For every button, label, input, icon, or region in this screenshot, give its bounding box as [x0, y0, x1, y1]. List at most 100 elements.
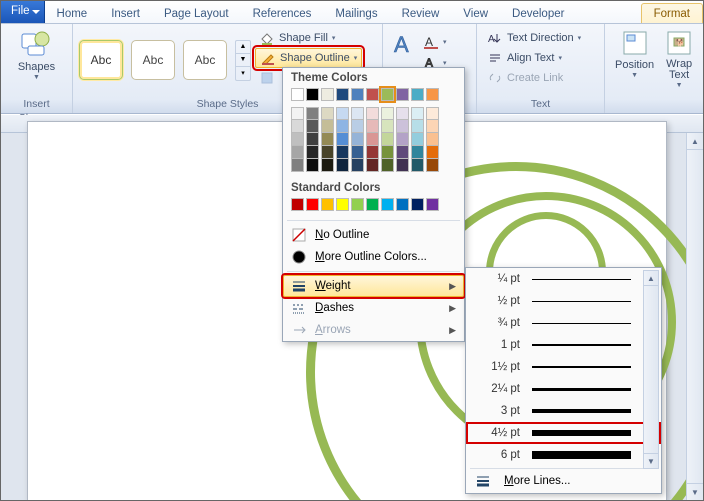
shade-swatch[interactable]	[396, 159, 409, 172]
shade-swatch[interactable]	[351, 107, 364, 120]
theme-color-swatch[interactable]	[396, 88, 409, 101]
shape-style-3[interactable]: Abc	[183, 40, 227, 80]
shade-swatch[interactable]	[306, 159, 319, 172]
theme-color-swatch[interactable]	[336, 88, 349, 101]
standard-color-swatch[interactable]	[291, 198, 304, 211]
theme-color-swatch[interactable]	[321, 88, 334, 101]
shade-swatch[interactable]	[411, 107, 424, 120]
shade-swatch[interactable]	[381, 107, 394, 120]
shapes-gallery-button[interactable]: Shapes ▼	[7, 26, 66, 81]
shade-swatch[interactable]	[381, 133, 394, 146]
standard-color-swatch[interactable]	[381, 198, 394, 211]
vertical-scrollbar[interactable]: ▲ ▼	[686, 133, 703, 500]
shade-swatch[interactable]	[411, 120, 424, 133]
shape-fill-button[interactable]: Shape Fill ▾	[255, 28, 362, 48]
shade-swatch[interactable]	[306, 146, 319, 159]
shade-swatch[interactable]	[411, 146, 424, 159]
dashes-item[interactable]: Dashes ▶	[283, 297, 464, 319]
shape-style-1[interactable]: Abc	[79, 40, 123, 80]
shade-swatch[interactable]	[336, 107, 349, 120]
tab-view[interactable]: View	[451, 4, 500, 23]
shade-swatch[interactable]	[426, 107, 439, 120]
shade-swatch[interactable]	[426, 146, 439, 159]
text-fill-button[interactable]: A▾	[419, 32, 451, 52]
shade-swatch[interactable]	[426, 120, 439, 133]
theme-color-swatch[interactable]	[366, 88, 379, 101]
tab-format[interactable]: Format	[641, 3, 703, 23]
weight-item[interactable]: Weight ▶	[283, 275, 464, 297]
shade-swatch[interactable]	[291, 133, 304, 146]
shade-swatch[interactable]	[396, 107, 409, 120]
tab-review[interactable]: Review	[390, 4, 452, 23]
shade-swatch[interactable]	[351, 146, 364, 159]
more-lines-item[interactable]: More Lines...	[466, 469, 661, 493]
shade-swatch[interactable]	[291, 120, 304, 133]
wrap-text-button[interactable]: 🐕 Wrap Text▼	[660, 26, 698, 89]
gallery-more[interactable]: ▾	[236, 67, 250, 80]
shade-swatch[interactable]	[411, 133, 424, 146]
shade-swatch[interactable]	[426, 133, 439, 146]
scroll-down[interactable]: ▼	[687, 483, 703, 500]
weight-option[interactable]: ¼ pt	[466, 268, 661, 290]
more-outline-colors-item[interactable]: More Outline Colors...	[283, 246, 464, 268]
arrows-item[interactable]: Arrows ▶	[283, 319, 464, 341]
shade-swatch[interactable]	[396, 146, 409, 159]
scroll-down[interactable]: ▼	[644, 453, 658, 468]
shade-swatch[interactable]	[321, 120, 334, 133]
shade-swatch[interactable]	[321, 133, 334, 146]
tab-page-layout[interactable]: Page Layout	[152, 4, 241, 23]
shade-swatch[interactable]	[291, 146, 304, 159]
standard-color-swatch[interactable]	[351, 198, 364, 211]
standard-color-swatch[interactable]	[366, 198, 379, 211]
shade-swatch[interactable]	[366, 133, 379, 146]
shade-swatch[interactable]	[351, 133, 364, 146]
shade-swatch[interactable]	[291, 107, 304, 120]
tab-references[interactable]: References	[241, 4, 324, 23]
standard-color-swatch[interactable]	[411, 198, 424, 211]
tab-insert[interactable]: Insert	[99, 4, 152, 23]
shade-swatch[interactable]	[411, 159, 424, 172]
standard-color-swatch[interactable]	[321, 198, 334, 211]
standard-color-swatch[interactable]	[306, 198, 319, 211]
shade-swatch[interactable]	[336, 146, 349, 159]
shade-swatch[interactable]	[381, 120, 394, 133]
theme-color-swatch[interactable]	[411, 88, 424, 101]
shade-swatch[interactable]	[291, 159, 304, 172]
shade-swatch[interactable]	[366, 159, 379, 172]
tab-file[interactable]: File	[1, 0, 45, 23]
shade-swatch[interactable]	[396, 120, 409, 133]
scroll-up[interactable]: ▲	[644, 271, 658, 286]
weight-option[interactable]: 4½ pt	[466, 422, 661, 444]
shade-swatch[interactable]	[336, 159, 349, 172]
shade-swatch[interactable]	[396, 133, 409, 146]
shape-outline-button[interactable]: Shape Outline ▾	[255, 48, 362, 68]
scroll-up[interactable]: ▲	[687, 133, 703, 150]
shade-swatch[interactable]	[426, 159, 439, 172]
submenu-scrollbar[interactable]: ▲ ▼	[643, 270, 659, 469]
weight-option[interactable]: 1 pt	[466, 334, 661, 356]
shade-swatch[interactable]	[366, 120, 379, 133]
tab-mailings[interactable]: Mailings	[323, 4, 389, 23]
tab-developer[interactable]: Developer	[500, 4, 576, 23]
theme-color-swatch[interactable]	[291, 88, 304, 101]
gallery-down[interactable]: ▼	[236, 54, 250, 67]
theme-color-swatch[interactable]	[381, 88, 394, 101]
theme-color-swatch[interactable]	[426, 88, 439, 101]
weight-option[interactable]: 2¼ pt	[466, 378, 661, 400]
shade-swatch[interactable]	[306, 133, 319, 146]
shade-swatch[interactable]	[321, 159, 334, 172]
shade-swatch[interactable]	[336, 120, 349, 133]
text-direction-button[interactable]: AText Direction▾	[483, 28, 598, 48]
shape-style-gallery[interactable]: Abc Abc Abc ▲ ▼ ▾	[79, 26, 251, 88]
shade-swatch[interactable]	[336, 133, 349, 146]
align-text-button[interactable]: Align Text▾	[483, 48, 598, 68]
theme-color-swatch[interactable]	[351, 88, 364, 101]
shade-swatch[interactable]	[381, 146, 394, 159]
shade-swatch[interactable]	[366, 146, 379, 159]
weight-option[interactable]: ¾ pt	[466, 312, 661, 334]
shade-swatch[interactable]	[381, 159, 394, 172]
no-outline-item[interactable]: No Outline	[283, 224, 464, 246]
shade-swatch[interactable]	[321, 146, 334, 159]
weight-option[interactable]: 6 pt	[466, 444, 661, 466]
standard-color-swatch[interactable]	[396, 198, 409, 211]
